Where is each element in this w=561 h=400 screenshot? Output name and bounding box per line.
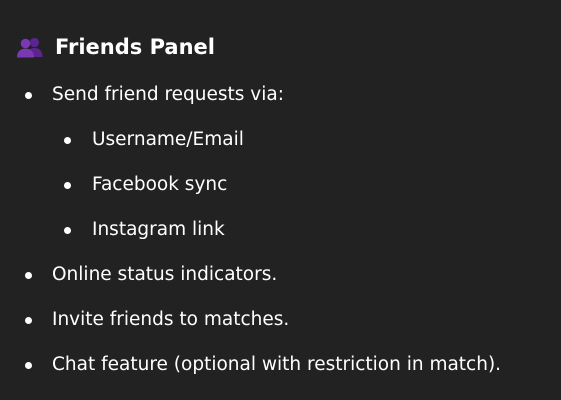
bullet-icon bbox=[64, 136, 71, 144]
bullet-icon bbox=[64, 226, 71, 234]
list-item-text: Online status indicators. bbox=[52, 264, 278, 285]
list-item: Chat feature (optional with restriction … bbox=[0, 351, 501, 379]
list-item: Invite friends to matches. bbox=[0, 306, 289, 334]
list-item: Facebook sync bbox=[0, 171, 227, 199]
bullet-icon bbox=[25, 361, 32, 369]
list-item-text: Send friend requests via: bbox=[52, 84, 284, 105]
list-item: Send friend requests via: bbox=[0, 81, 284, 109]
bullet-icon bbox=[25, 271, 32, 279]
list-item-text: Username/Email bbox=[92, 129, 244, 150]
section-title: Friends Panel bbox=[55, 35, 215, 59]
list-item-text: Instagram link bbox=[92, 219, 225, 240]
list-item: Online status indicators. bbox=[0, 261, 277, 289]
bullet-icon bbox=[64, 181, 71, 189]
list-item: Instagram link bbox=[0, 216, 225, 244]
bullet-icon bbox=[25, 91, 32, 99]
list-item-text: Chat feature (optional with restriction … bbox=[52, 354, 502, 375]
busts-in-silhouette-icon bbox=[17, 37, 43, 58]
bullet-icon bbox=[25, 316, 32, 324]
list-item: Username/Email bbox=[0, 126, 244, 154]
section-header: Friends Panel bbox=[16, 32, 215, 62]
list-item-text: Invite friends to matches. bbox=[52, 309, 290, 330]
list-item-text: Facebook sync bbox=[92, 174, 228, 195]
